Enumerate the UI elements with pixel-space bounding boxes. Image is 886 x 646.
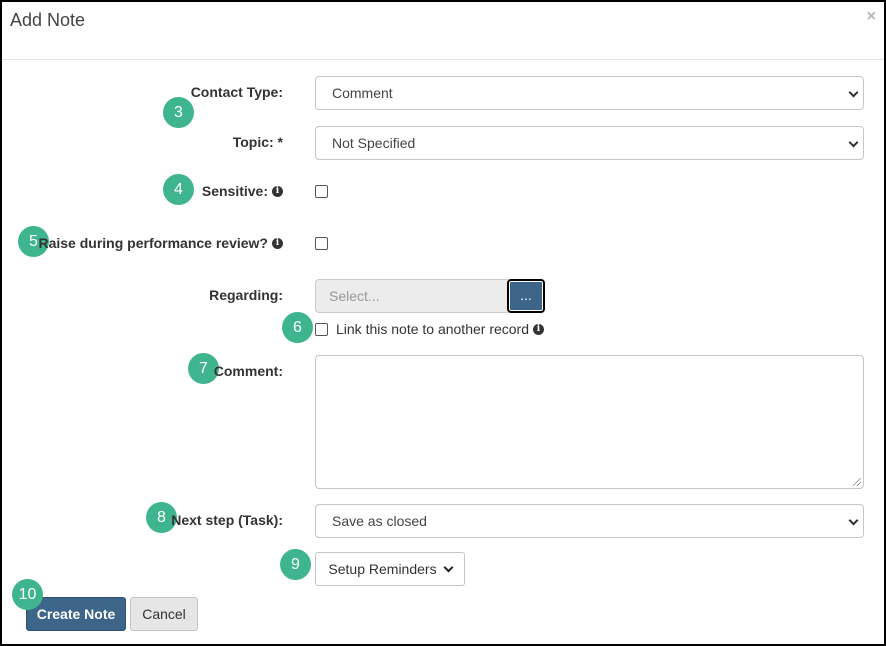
- info-circle-icon[interactable]: i: [533, 323, 545, 335]
- step-badge-6: 6: [282, 312, 313, 343]
- topic-label: Topic: *: [232, 134, 283, 150]
- chevron-down-icon: [848, 515, 859, 526]
- step-badge-10: 10: [12, 579, 43, 610]
- link-record-checkbox[interactable]: [315, 323, 328, 336]
- sensitive-label: Sensitive: i: [202, 183, 283, 199]
- chevron-down-icon: [848, 137, 859, 148]
- step-badge-9: 9: [280, 549, 311, 580]
- raise-review-checkbox[interactable]: [315, 237, 328, 250]
- sensitive-checkbox[interactable]: [315, 185, 328, 198]
- setup-reminders-button[interactable]: Setup Reminders: [315, 552, 465, 586]
- close-icon[interactable]: ×: [867, 8, 876, 26]
- regarding-input[interactable]: Select...: [315, 279, 508, 313]
- comment-textarea[interactable]: [315, 355, 864, 489]
- info-circle-icon[interactable]: i: [272, 237, 283, 249]
- next-step-label: Next step (Task):: [171, 512, 283, 528]
- modal-header: Add Note ×: [2, 2, 884, 60]
- regarding-lookup-button[interactable]: ...: [507, 279, 545, 313]
- raise-review-label: Raise during performance review? i: [38, 235, 283, 251]
- info-circle-icon[interactable]: i: [272, 185, 283, 197]
- chevron-down-icon: [848, 87, 859, 98]
- next-step-select[interactable]: Save as closed: [315, 504, 864, 538]
- link-record-label: Link this note to another record i: [336, 321, 545, 337]
- step-badge-3: 3: [163, 97, 194, 128]
- contact-type-select[interactable]: Comment: [315, 76, 864, 110]
- step-badge-4: 4: [163, 174, 194, 205]
- regarding-label: Regarding:: [209, 287, 283, 303]
- topic-select[interactable]: Not Specified: [315, 126, 864, 160]
- modal-title: Add Note: [10, 10, 86, 30]
- comment-label: Comment:: [213, 363, 283, 379]
- contact-type-label: Contact Type:: [190, 84, 283, 100]
- resize-handle-icon[interactable]: [853, 478, 861, 486]
- chevron-down-icon: [443, 562, 454, 573]
- cancel-button[interactable]: Cancel: [130, 597, 198, 631]
- add-note-modal: Add Note × 3 Contact Type: Comment Topic…: [0, 0, 886, 646]
